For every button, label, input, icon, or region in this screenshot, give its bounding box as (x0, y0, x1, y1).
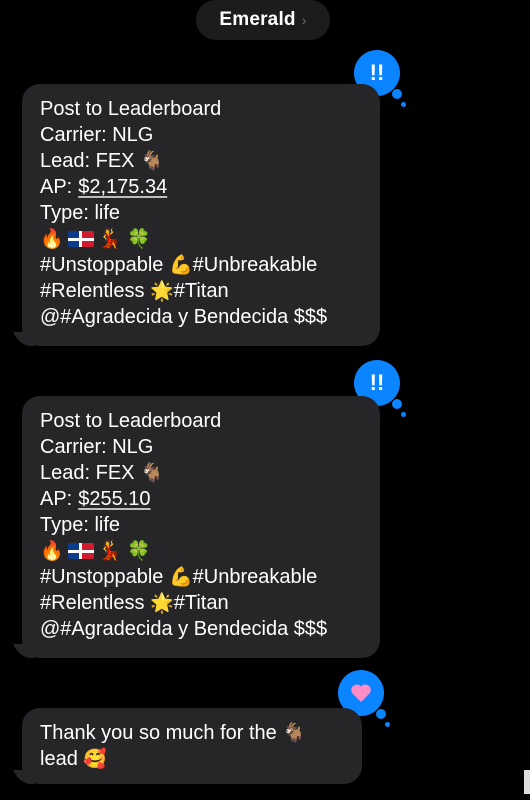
message-line: lead 🥰 (40, 748, 108, 770)
message-line: Type: life (40, 514, 121, 536)
bubble-tail (12, 770, 36, 784)
message-line: #Unstoppable 💪 #Unbreakable (40, 566, 318, 588)
message-line: @#Agradecida y Bendecida $$$ (40, 618, 328, 640)
amount-link[interactable]: $255.10 (78, 486, 150, 512)
message-line: #Relentless 🌟 #Titan (40, 592, 229, 614)
chevron-right-icon: › (301, 12, 307, 28)
amount-link[interactable]: $2,175.34 (78, 174, 167, 200)
muscle-icon: 💪 (169, 254, 193, 276)
message-line: #Unstoppable 💪 #Unbreakable (40, 254, 318, 276)
message-bubble[interactable]: Thank you so much for the 🐐 lead 🥰 (12, 708, 362, 784)
clover-icon: 🍀 (127, 228, 152, 250)
message-line: @#Agradecida y Bendecida $$$ (40, 306, 328, 328)
muscle-icon: 💪 (169, 566, 193, 588)
emoji-row: 🔥 💃 🍀 (40, 538, 362, 564)
contact-name: Emerald (219, 9, 296, 30)
message-line: Post to Leaderboard (40, 98, 222, 120)
bubble-tail (12, 332, 36, 346)
message-line: Post to Leaderboard (40, 410, 222, 432)
goat-icon: 🐐 (140, 150, 164, 172)
message-line: Carrier: NLG (40, 436, 154, 458)
dancer-icon: 💃 (97, 540, 122, 562)
goat-icon: 🐐 (282, 722, 307, 744)
dominican-flag-icon (67, 543, 94, 559)
message-line: Lead: FEX 🐐 (40, 150, 164, 172)
star-icon: 🌟 (150, 592, 174, 614)
message-line: AP: $2,175.34 (40, 174, 168, 200)
message-bubble[interactable]: Post to Leaderboard Carrier: NLG Lead: F… (12, 84, 380, 346)
message-line: #Relentless 🌟 #Titan (40, 280, 229, 302)
goat-icon: 🐐 (140, 462, 164, 484)
bubble-tail (12, 644, 36, 658)
message-line: Type: life (40, 202, 121, 224)
smiling-face-with-hearts-icon: 🥰 (83, 748, 108, 770)
emoji-row: 🔥 💃 🍀 (40, 226, 362, 252)
fire-icon: 🔥 (40, 228, 64, 250)
message-line: Carrier: NLG (40, 124, 154, 146)
message-bubble[interactable]: Post to Leaderboard Carrier: NLG Lead: F… (12, 396, 380, 658)
message-line: Lead: FEX 🐐 (40, 462, 164, 484)
clover-icon: 🍀 (127, 540, 152, 562)
contact-name-header[interactable]: Emerald › (196, 0, 330, 40)
fire-icon: 🔥 (40, 540, 64, 562)
dancer-icon: 💃 (97, 228, 122, 250)
scrollbar[interactable] (524, 770, 530, 794)
message-line: AP: $255.10 (40, 486, 151, 512)
star-icon: 🌟 (150, 280, 174, 302)
heart-icon (351, 684, 371, 702)
dominican-flag-icon (67, 231, 94, 247)
message-line: Thank you so much for the 🐐 (40, 722, 307, 744)
